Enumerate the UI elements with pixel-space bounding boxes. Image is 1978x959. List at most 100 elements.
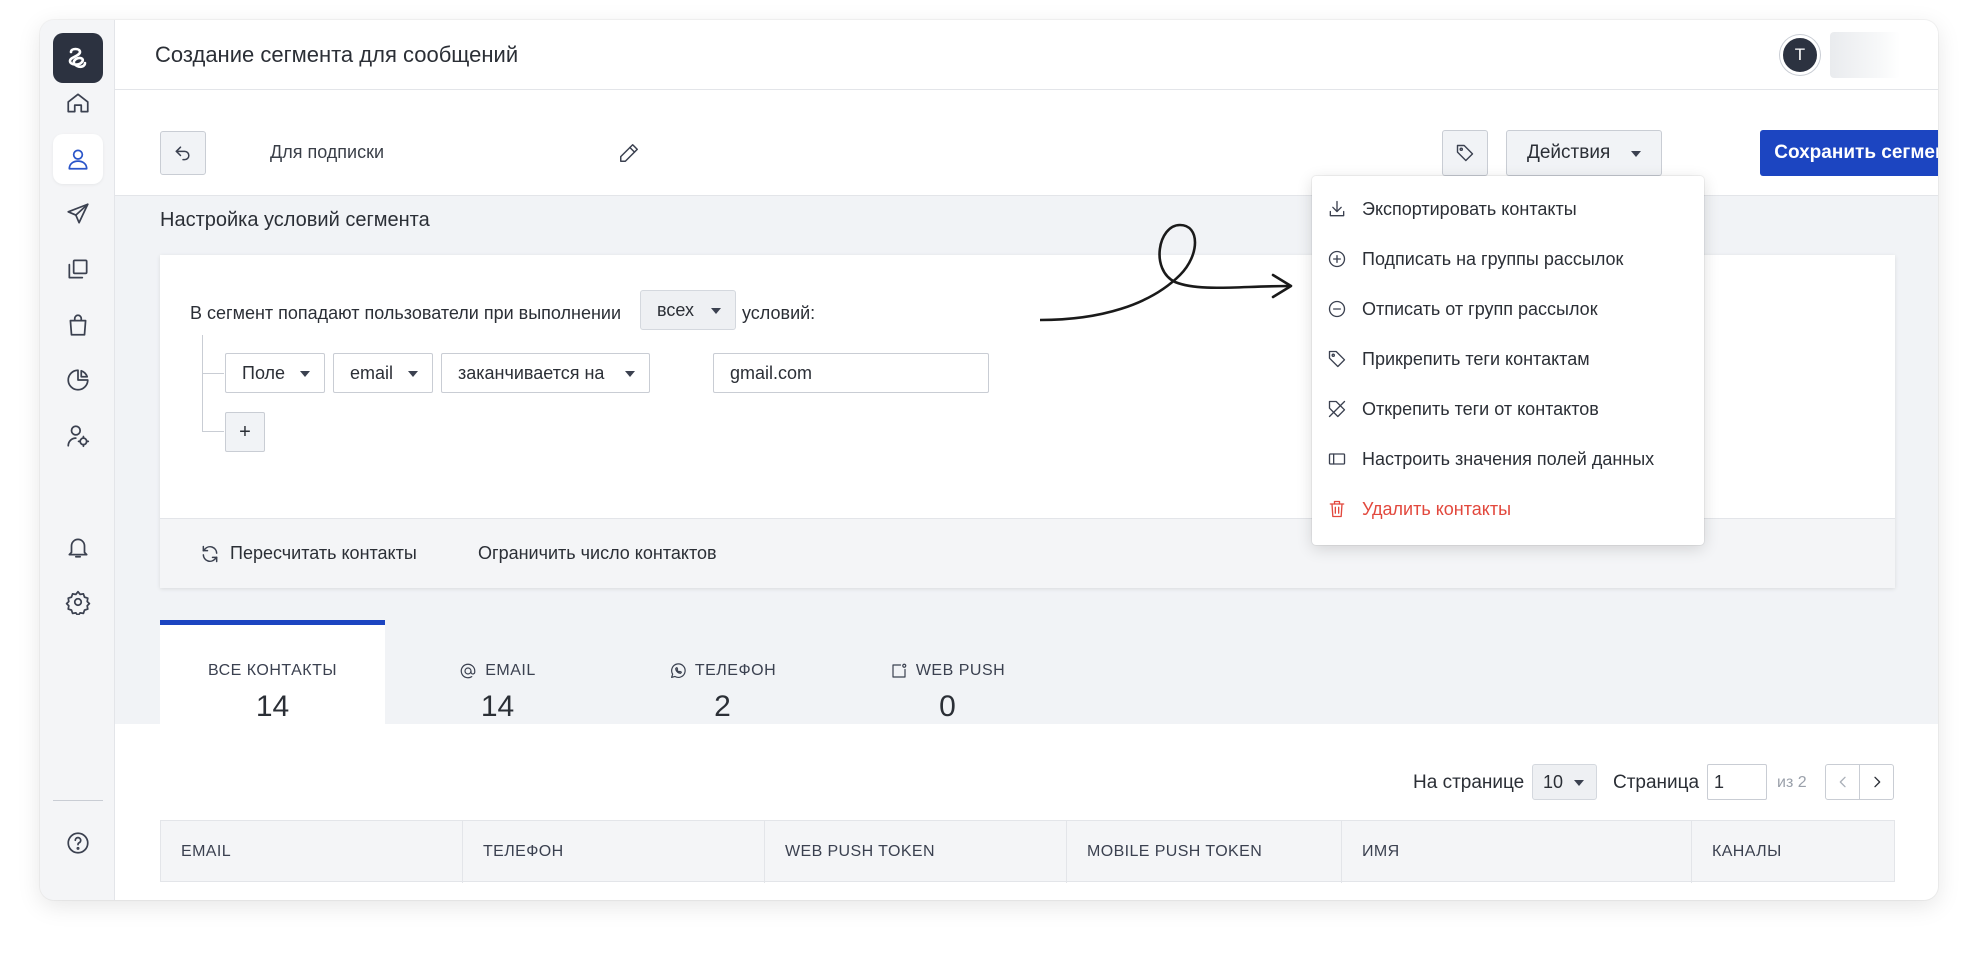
save-segment-button[interactable]: Сохранить сегмент (1760, 130, 1938, 176)
minus-circle-icon (1328, 300, 1346, 318)
field-icon (1328, 453, 1346, 465)
sidebar (40, 20, 115, 900)
pencil-icon[interactable] (618, 142, 640, 164)
tab-count: 14 (255, 690, 290, 723)
bag-icon (69, 314, 87, 336)
webpush-icon (892, 663, 907, 678)
tab-all-contacts[interactable]: ВСЕ КОНТАКТЫ 14 (160, 620, 385, 724)
page-label: Страница (1613, 772, 1700, 793)
copy-icon (68, 259, 88, 279)
topbar: Создание сегмента для сообщений T (115, 20, 1938, 90)
tag-button[interactable] (1442, 130, 1488, 176)
tab-count: 0 (939, 690, 956, 723)
menu-item-label: Подписать на группы рассылок (1362, 248, 1624, 269)
tab-label-row: ТЕЛЕФОН (610, 662, 835, 680)
app-logo[interactable] (53, 33, 103, 83)
column-header[interactable]: EMAIL (161, 821, 463, 883)
column-header[interactable]: MOBILE PUSH TOKEN (1067, 821, 1342, 883)
menu-item-label: Открепить теги от контактов (1362, 398, 1599, 419)
nav-analytics[interactable] (53, 355, 103, 405)
send-icon (67, 203, 89, 224)
menu-item-attach-tags[interactable]: Прикрепить теги контактам (1312, 337, 1704, 381)
menu-item-label: Экспортировать контакты (1362, 198, 1577, 219)
column-header[interactable]: ТЕЛЕФОН (463, 821, 765, 883)
back-button[interactable] (160, 131, 206, 175)
next-page-button[interactable] (1859, 764, 1894, 800)
match-mode-value: всех (657, 299, 694, 320)
avatar[interactable]: T (1780, 35, 1820, 75)
tab-count: 14 (480, 690, 515, 723)
chevron-down-icon (1574, 780, 1584, 786)
add-condition-button[interactable]: + (225, 412, 265, 452)
conditions-title: Настройка условий сегмента (160, 209, 430, 231)
page-number-input[interactable]: 1 (1707, 764, 1767, 800)
column-header[interactable]: КАНАЛЫ (1692, 821, 1894, 883)
prev-page-button[interactable] (1825, 764, 1860, 800)
column-header[interactable]: ИМЯ (1342, 821, 1692, 883)
tab-label: ВСЕ КОНТАКТЫ (207, 662, 338, 679)
at-icon (460, 663, 476, 679)
tab-web-push[interactable]: WEB PUSH 0 (835, 620, 1060, 724)
tab-label: WEB PUSH (915, 662, 1006, 679)
whatsapp-icon (670, 663, 686, 678)
field-type-select[interactable]: Поле (225, 353, 325, 393)
home-icon (67, 93, 89, 113)
rule-suffix: условий: (742, 303, 816, 323)
per-page-select[interactable]: 10 (1532, 764, 1597, 800)
tag-icon (1456, 144, 1474, 162)
menu-item-subscribe[interactable]: Подписать на группы рассылок (1312, 237, 1704, 281)
nav-settings[interactable] (53, 577, 103, 627)
field-select[interactable]: email (333, 353, 433, 393)
nav-home[interactable] (53, 78, 103, 128)
per-page-value: 10 (1543, 771, 1564, 792)
chevron-down-icon (625, 371, 635, 377)
menu-item-export[interactable]: Экспортировать контакты (1312, 187, 1704, 231)
download-icon (1329, 200, 1345, 217)
menu-item-field-values[interactable]: Настроить значения полей данных (1312, 437, 1704, 481)
user-gear-icon (67, 425, 90, 448)
nav-campaigns[interactable] (53, 189, 103, 239)
user-icon (68, 149, 88, 170)
sidebar-divider (53, 800, 103, 801)
column-header[interactable]: WEB PUSH TOKEN (765, 821, 1067, 883)
chevron-down-icon (408, 371, 418, 377)
limit-contacts-button[interactable]: Ограничить число контактов (478, 543, 717, 564)
actions-dropdown-button[interactable]: Действия (1506, 130, 1662, 176)
refresh-icon (202, 545, 218, 562)
chevron-down-icon (711, 308, 721, 314)
menu-item-detach-tags[interactable]: Открепить теги от контактов (1312, 387, 1704, 431)
nav-contacts[interactable] (53, 134, 103, 184)
nav-user-settings[interactable] (53, 411, 103, 461)
segment-name[interactable]: Для подписки (270, 142, 384, 163)
actions-label: Действия (1527, 142, 1611, 163)
app-window: Создание сегмента для сообщений T Для по… (40, 20, 1938, 900)
tab-label: ТЕЛЕФОН (694, 662, 777, 679)
field-value: email (350, 362, 394, 383)
tab-phone[interactable]: ТЕЛЕФОН 2 (610, 620, 835, 724)
per-page-label: На странице (1413, 772, 1525, 793)
nav-shop[interactable] (53, 300, 103, 350)
tree-connector (202, 373, 224, 374)
tab-email[interactable]: EMAIL 14 (385, 620, 610, 724)
nav-templates[interactable] (53, 244, 103, 294)
undo-arrow-icon (175, 146, 190, 161)
condition-value-input[interactable]: gmail.com (713, 353, 989, 393)
plus-circle-icon (1328, 250, 1346, 268)
operator-select[interactable]: заканчивается на (441, 353, 650, 393)
recalculate-button[interactable]: Пересчитать контакты (200, 543, 417, 564)
chevron-left-icon (1839, 776, 1846, 788)
nav-notifications[interactable] (53, 522, 103, 572)
trash-icon (1329, 500, 1345, 518)
menu-item-label: Настроить значения полей данных (1362, 448, 1655, 469)
menu-item-delete-contacts[interactable]: Удалить контакты (1312, 487, 1704, 531)
bell-icon (68, 538, 88, 558)
chevron-down-icon (300, 371, 310, 377)
logo-icon (68, 47, 87, 69)
field-type-value: Поле (242, 362, 286, 383)
tab-label: EMAIL (485, 662, 536, 679)
match-mode-select[interactable]: всех (640, 290, 736, 330)
page-title: Создание сегмента для сообщений (155, 42, 519, 67)
menu-item-label: Отписать от групп рассылок (1362, 298, 1598, 319)
menu-item-unsubscribe[interactable]: Отписать от групп рассылок (1312, 287, 1704, 331)
nav-help[interactable] (53, 818, 103, 868)
